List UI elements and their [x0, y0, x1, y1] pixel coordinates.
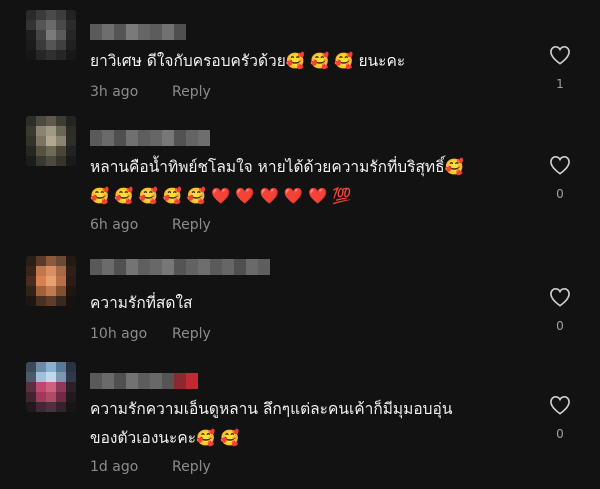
comment-meta: 1d ago Reply — [90, 459, 211, 475]
heart-outline-icon — [550, 395, 570, 415]
comment-meta: 3h ago Reply — [90, 84, 211, 100]
reply-button[interactable]: Reply — [172, 217, 211, 233]
avatar[interactable] — [26, 10, 76, 60]
comment-text: ยาวิเศษ ดีใจกับครอบครัวด้วย🥰 🥰 🥰 ยนะคะ — [90, 52, 406, 70]
like-count: 1 — [556, 77, 564, 91]
like-count: 0 — [556, 427, 564, 441]
comment-timestamp: 3h ago — [90, 84, 139, 100]
like-count: 0 — [556, 319, 564, 333]
comment-text: ความรักความเอ็นดูหลาน ลึกๆแต่ละคนเค้าก็ม… — [90, 400, 453, 447]
like-count: 0 — [556, 187, 564, 201]
like-button[interactable]: 1 — [548, 45, 572, 91]
reply-button[interactable]: Reply — [172, 326, 211, 342]
username-blurred[interactable] — [90, 24, 186, 40]
comment-meta: 6h ago Reply — [90, 217, 211, 233]
heart-outline-icon — [550, 287, 570, 307]
heart-outline-icon — [550, 45, 570, 65]
comment-text: หลานคือน้ำทิพย์ชโลมใจ หายได้ด้วยความรักท… — [90, 158, 464, 205]
username-blurred[interactable] — [90, 259, 270, 275]
comment-timestamp: 6h ago — [90, 217, 139, 233]
reply-button[interactable]: Reply — [172, 84, 211, 100]
like-button[interactable]: 0 — [548, 395, 572, 441]
comment-timestamp: 10h ago — [90, 326, 148, 342]
comment-meta: 10h ago Reply — [90, 326, 211, 342]
username-blurred[interactable] — [90, 373, 198, 389]
username-blurred[interactable] — [90, 130, 210, 146]
like-button[interactable]: 0 — [548, 287, 572, 333]
avatar[interactable] — [26, 116, 76, 166]
heart-outline-icon — [550, 155, 570, 175]
avatar[interactable] — [26, 256, 76, 306]
comment-timestamp: 1d ago — [90, 459, 139, 475]
comment-text: ความรักที่สดใส — [90, 294, 193, 312]
like-button[interactable]: 0 — [548, 155, 572, 201]
avatar[interactable] — [26, 362, 76, 412]
reply-button[interactable]: Reply — [172, 459, 211, 475]
